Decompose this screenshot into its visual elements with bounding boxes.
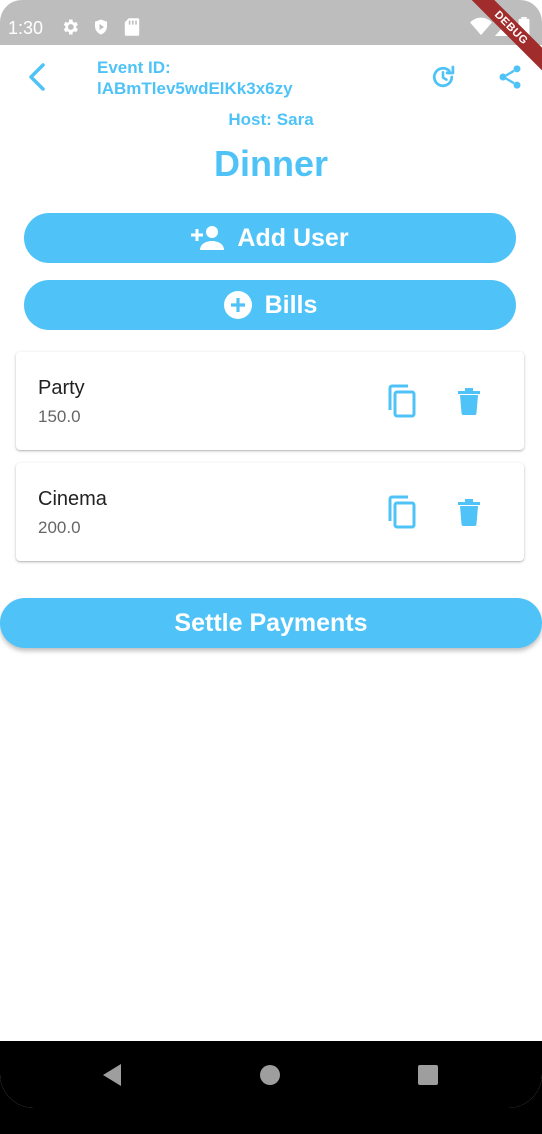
bill-name: Cinema <box>38 488 107 510</box>
copy-bill-button[interactable] <box>382 382 420 420</box>
sd-card-icon <box>124 17 140 42</box>
bill-name: Party <box>38 377 85 399</box>
event-id-value: lABmTlev5wdElKk3x6zy <box>97 79 293 98</box>
share-button[interactable] <box>493 60 527 94</box>
person-add-icon <box>191 226 225 250</box>
history-button[interactable] <box>426 60 460 94</box>
shield-icon <box>92 17 110 42</box>
share-icon <box>499 65 521 89</box>
gear-icon <box>60 17 80 42</box>
bill-card[interactable]: Party 150.0 <box>16 352 524 450</box>
status-time: 1:30 <box>8 18 44 38</box>
event-id: Event ID: lABmTlev5wdElKk3x6zy <box>97 57 357 99</box>
copy-icon <box>388 384 416 418</box>
trash-icon <box>458 388 480 415</box>
trash-icon <box>458 499 480 526</box>
square-recents-icon <box>418 1065 438 1085</box>
add-user-label: Add User <box>237 223 349 252</box>
add-user-button[interactable]: Add User <box>24 213 516 263</box>
bill-card[interactable]: Cinema 200.0 <box>16 463 524 561</box>
app-screen: 1:30 DEBUG Event ID: lABmTlev5wdElKk3x6z… <box>0 0 542 1108</box>
bill-amount: 150.0 <box>38 407 81 426</box>
host-prefix: Host: <box>228 110 272 129</box>
add-bill-button[interactable]: Bills <box>24 280 516 330</box>
copy-icon <box>388 495 416 529</box>
status-bar: 1:30 DEBUG <box>0 0 542 80</box>
nav-recents-button[interactable] <box>414 1061 442 1089</box>
history-icon <box>432 65 455 88</box>
page-title: Dinner <box>213 143 328 184</box>
host-info: Host: Sara <box>0 110 542 130</box>
copy-bill-button[interactable] <box>382 493 420 531</box>
wifi-icon <box>470 17 492 42</box>
add-circle-icon <box>223 291 252 319</box>
delete-bill-button[interactable] <box>450 493 488 531</box>
delete-bill-button[interactable] <box>450 382 488 420</box>
triangle-back-icon <box>103 1064 121 1086</box>
nav-back-button[interactable] <box>98 1061 126 1089</box>
bills-label: Bills <box>264 290 318 319</box>
settle-payments-label: Settle Payments <box>174 608 368 637</box>
back-button[interactable] <box>20 60 54 94</box>
settle-payments-button[interactable]: Settle Payments <box>0 598 542 648</box>
circle-home-icon <box>260 1065 280 1085</box>
host-name: Sara <box>276 110 314 129</box>
bill-amount: 200.0 <box>38 518 81 537</box>
event-id-label: Event ID: <box>97 58 171 77</box>
system-nav-bar <box>0 1041 542 1108</box>
nav-home-button[interactable] <box>256 1061 284 1089</box>
chevron-left-icon <box>29 63 45 91</box>
